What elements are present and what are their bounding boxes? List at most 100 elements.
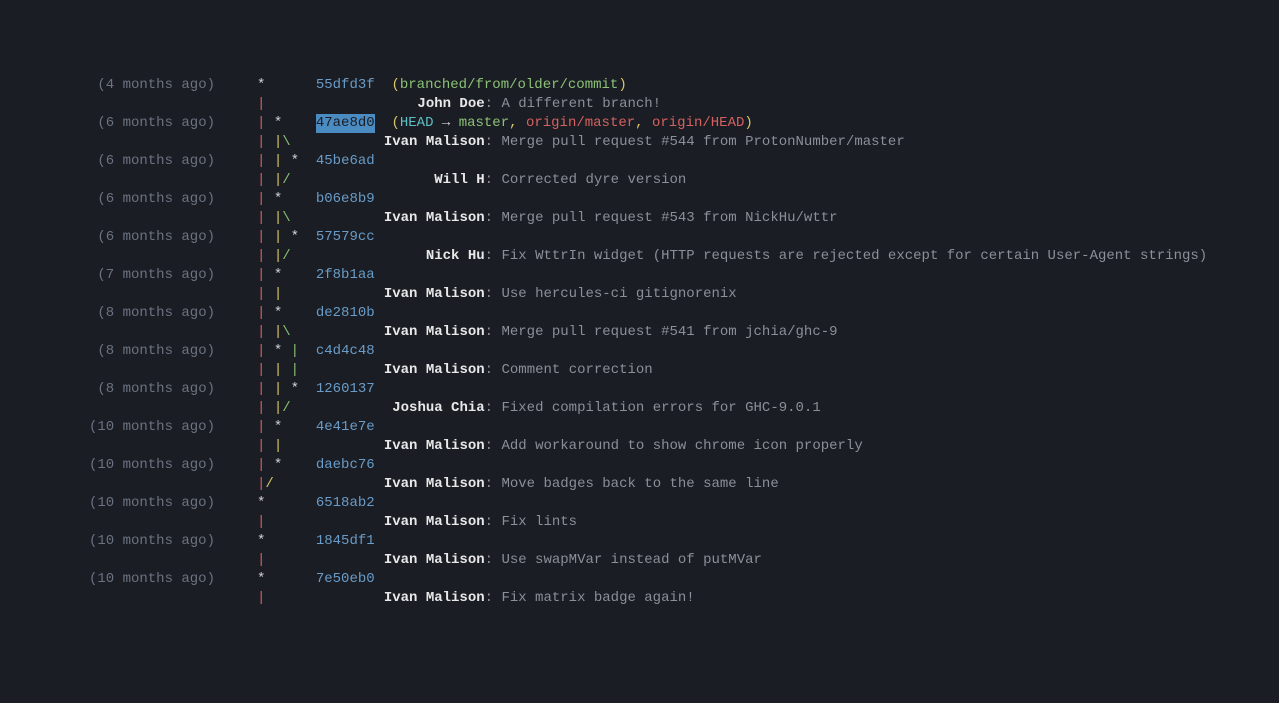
git-log-commit-line: (10 months ago) | * 4e41e7e	[0, 418, 1279, 437]
git-log-commit-line: (10 months ago) | * daebc76	[0, 456, 1279, 475]
commit-message: Use swapMVar instead of putMVar	[501, 551, 761, 570]
commit-author: Ivan Malison	[384, 476, 485, 492]
commit-hash[interactable]: de2810b	[316, 304, 375, 323]
git-log-detail-line: | |/ Joshua Chia: Fixed compilation erro…	[0, 399, 1279, 418]
commit-author: Ivan Malison	[384, 134, 485, 150]
commit-message: Fixed compilation errors for GHC-9.0.1	[501, 399, 820, 418]
commit-age: (10 months ago)	[0, 456, 215, 475]
commit-message: Fix lints	[501, 513, 577, 532]
graph-segment: | |\	[257, 323, 291, 342]
commit-hash[interactable]: 4e41e7e	[316, 418, 375, 437]
graph-segment: |	[257, 589, 265, 608]
git-log-detail-line: | | | Ivan Malison: Comment correction	[0, 361, 1279, 380]
git-log-commit-line: (8 months ago) | * de2810b	[0, 304, 1279, 323]
graph-segment: *	[257, 76, 265, 95]
graph-segment: |	[257, 95, 265, 114]
git-log-commit-line: (8 months ago) | | * 1260137	[0, 380, 1279, 399]
remote-branch: origin/master	[526, 115, 635, 131]
git-log-commit-line: (8 months ago) | * | c4d4c48	[0, 342, 1279, 361]
commit-hash[interactable]: 7e50eb0	[316, 570, 375, 589]
git-log-commit-line: (6 months ago) | * b06e8b9	[0, 190, 1279, 209]
graph-segment: *	[257, 494, 265, 513]
graph-segment: |	[257, 513, 265, 532]
git-log-detail-line: | | Ivan Malison: Use hercules-ci gitign…	[0, 285, 1279, 304]
graph-segment: *	[257, 570, 265, 589]
commit-author: Ivan Malison	[384, 438, 485, 454]
git-log-detail-line: | |/ Nick Hu: Fix WttrIn widget (HTTP re…	[0, 247, 1279, 266]
commit-message: Comment correction	[501, 361, 652, 380]
git-log-commit-line: (6 months ago) | * 47ae8d0 (HEAD → maste…	[0, 114, 1279, 133]
head-ref: HEAD	[400, 115, 434, 131]
git-log-commit-line: (7 months ago) | * 2f8b1aa	[0, 266, 1279, 285]
git-log-commit-line: (6 months ago) | | * 57579cc	[0, 228, 1279, 247]
git-log-detail-line: | |/ Will H: Corrected dyre version	[0, 171, 1279, 190]
commit-hash[interactable]: c4d4c48	[316, 342, 375, 361]
graph-segment: | | |	[257, 361, 299, 380]
commit-author: Ivan Malison	[384, 552, 485, 568]
commit-message: Corrected dyre version	[501, 171, 686, 190]
commit-author: Will H	[434, 172, 484, 188]
graph-segment: |	[257, 551, 265, 570]
commit-hash[interactable]: 57579cc	[316, 228, 375, 247]
commit-hash[interactable]: daebc76	[316, 456, 375, 475]
commit-age: (8 months ago)	[0, 342, 215, 361]
commit-age: (8 months ago)	[0, 380, 215, 399]
local-branch: master	[459, 115, 509, 131]
commit-hash[interactable]: 1845df1	[316, 532, 375, 551]
git-log-detail-line: |/ Ivan Malison: Move badges back to the…	[0, 475, 1279, 494]
git-log-detail-line: | |\ Ivan Malison: Merge pull request #5…	[0, 323, 1279, 342]
git-log-commit-line: (10 months ago) * 7e50eb0	[0, 570, 1279, 589]
commit-age: (6 months ago)	[0, 114, 215, 133]
commit-hash[interactable]: 1260137	[316, 380, 375, 399]
graph-segment: | | *	[257, 152, 299, 171]
graph-segment: | |/	[257, 399, 291, 418]
commit-author: Ivan Malison	[384, 590, 485, 606]
graph-segment: | |/	[257, 171, 291, 190]
head-refs: (HEAD → master, origin/master, origin/HE…	[375, 114, 753, 133]
git-log-commit-line: (10 months ago) * 6518ab2	[0, 494, 1279, 513]
graph-segment: *	[257, 532, 265, 551]
git-log-detail-line: | Ivan Malison: Use swapMVar instead of …	[0, 551, 1279, 570]
commit-message: Merge pull request #544 from ProtonNumbe…	[501, 133, 904, 152]
commit-message: Fix WttrIn widget (HTTP requests are rej…	[501, 247, 1207, 266]
commit-message: Use hercules-ci gitignorenix	[501, 285, 736, 304]
commit-hash[interactable]: 45be6ad	[316, 152, 375, 171]
commit-hash[interactable]: b06e8b9	[316, 190, 375, 209]
remote-head: origin/HEAD	[652, 115, 744, 131]
graph-segment: | *	[257, 190, 282, 209]
commit-hash[interactable]: 2f8b1aa	[316, 266, 375, 285]
git-log-detail-line: | | Ivan Malison: Add workaround to show…	[0, 437, 1279, 456]
graph-segment: | | *	[257, 380, 299, 399]
commit-age: (8 months ago)	[0, 304, 215, 323]
graph-segment: | |	[257, 285, 282, 304]
commit-hash[interactable]: 47ae8d0	[316, 114, 375, 133]
commit-age: (10 months ago)	[0, 570, 215, 589]
graph-segment: | |\	[257, 209, 291, 228]
git-log-commit-line: (10 months ago) * 1845df1	[0, 532, 1279, 551]
commit-hash[interactable]: 6518ab2	[316, 494, 375, 513]
git-log-commit-line: (4 months ago) * 55dfd3f (branched/from/…	[0, 76, 1279, 95]
commit-author: John Doe	[417, 96, 484, 112]
git-log-detail-line: | Ivan Malison: Fix lints	[0, 513, 1279, 532]
git-log-commit-line: (6 months ago) | | * 45be6ad	[0, 152, 1279, 171]
git-log-detail-line: | John Doe: A different branch!	[0, 95, 1279, 114]
commit-author: Nick Hu	[426, 248, 485, 264]
commit-age: (10 months ago)	[0, 532, 215, 551]
commit-age: (6 months ago)	[0, 152, 215, 171]
graph-segment: | |\	[257, 133, 291, 152]
commit-age: (7 months ago)	[0, 266, 215, 285]
git-log-detail-line: | |\ Ivan Malison: Merge pull request #5…	[0, 209, 1279, 228]
graph-segment: | *	[257, 418, 282, 437]
commit-hash[interactable]: 55dfd3f	[316, 76, 375, 95]
graph-segment: | *	[257, 114, 282, 133]
commit-author: Ivan Malison	[384, 324, 485, 340]
commit-age: (4 months ago)	[0, 76, 215, 95]
commit-author: Ivan Malison	[384, 514, 485, 530]
commit-message: Move badges back to the same line	[501, 475, 778, 494]
commit-message: Merge pull request #541 from jchia/ghc-9	[501, 323, 837, 342]
commit-message: A different branch!	[501, 95, 661, 114]
commit-age: (10 months ago)	[0, 418, 215, 437]
commit-author: Ivan Malison	[384, 362, 485, 378]
graph-segment: |/	[257, 475, 274, 494]
commit-author: Ivan Malison	[384, 286, 485, 302]
